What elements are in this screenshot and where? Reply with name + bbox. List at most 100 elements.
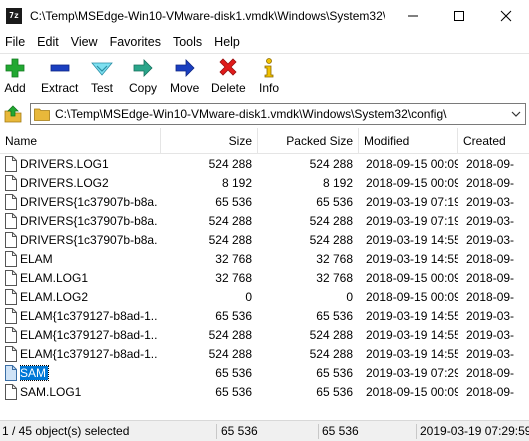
file-icon [5, 232, 17, 248]
file-packed-size: 65 536 [316, 195, 353, 209]
minimize-icon [408, 15, 418, 17]
file-size: 65 536 [215, 195, 252, 209]
table-row[interactable]: ELAM.LOG1 32 768 32 768 2018-09-15 00:09 201… [0, 269, 529, 288]
file-size: 524 288 [208, 233, 252, 247]
table-row[interactable]: DRIVERS{1c37907b-b8a... 524 288 524 288 201… [0, 231, 529, 250]
status-divider [216, 424, 217, 439]
add-button[interactable]: Add [4, 57, 26, 95]
file-name-text: SAM [20, 365, 50, 381]
file-icon [5, 270, 17, 286]
file-icon [5, 327, 17, 343]
table-row[interactable]: DRIVERS{1c37907b-b8a... 524 288 524 288 201… [0, 212, 529, 231]
file-name: ELAM.LOG1 [20, 269, 158, 288]
file-modified: 2019-03-19 14:55 [366, 328, 458, 342]
file-packed-size: 524 288 [309, 233, 353, 247]
menu-favorites[interactable]: Favorites [104, 32, 167, 52]
address-bar: C:\Temp\MSEdge-Win10-VMware-disk1.vmdk\W… [0, 101, 529, 127]
table-row[interactable]: ELAM.LOG2 0 0 2018-09-15 00:09 2018-09- [0, 288, 529, 307]
table-row[interactable]: SAM.LOG1 65 536 65 536 2018-09-15 00:09 2018… [0, 383, 529, 400]
status-packed-size: 65 536 [322, 424, 359, 438]
file-modified: 2019-03-19 14:55 [366, 233, 458, 247]
file-name: DRIVERS{1c37907b-b8a... [20, 193, 158, 212]
file-packed-size: 65 536 [316, 366, 353, 380]
file-created: 2019-03- [466, 309, 515, 323]
file-packed-size: 524 288 [309, 347, 353, 361]
file-created: 2018-09- [466, 157, 515, 171]
table-row[interactable]: SAM 65 536 65 536 2019-03-19 07:29 2018-09- [0, 364, 529, 383]
plus-icon [5, 58, 25, 78]
up-folder-button[interactable] [3, 104, 23, 124]
file-packed-size: 524 288 [309, 328, 353, 342]
menu-file[interactable]: File [0, 32, 31, 52]
info-button[interactable]: Info [258, 57, 280, 95]
check-icon [91, 62, 113, 76]
file-created: 2018-09- [466, 176, 515, 190]
file-name: ELAM{1c379127-b8ad-1... [20, 345, 158, 364]
menu-tools[interactable]: Tools [167, 32, 208, 52]
file-name-text: DRIVERS.LOG1 [20, 157, 109, 171]
file-modified: 2019-03-19 07:29 [366, 366, 458, 380]
table-row[interactable]: DRIVERS{1c37907b-b8a... 65 536 65 536 2019-… [0, 193, 529, 212]
move-arrow-icon [175, 59, 195, 77]
chevron-down-icon[interactable] [510, 108, 522, 120]
close-button[interactable] [483, 0, 529, 32]
file-icon [5, 156, 17, 172]
file-name-text: DRIVERS.LOG2 [20, 176, 109, 190]
file-size: 524 288 [208, 214, 252, 228]
menu-help[interactable]: Help [208, 32, 246, 52]
column-packed-size[interactable]: Packed Size [258, 128, 358, 154]
file-created: 2019-03- [466, 214, 515, 228]
file-created: 2019-03- [466, 347, 515, 361]
status-divider [416, 424, 417, 439]
copy-arrow-icon [133, 59, 153, 77]
file-name-text: DRIVERS{1c37907b-b8a... [20, 233, 158, 247]
status-divider [318, 424, 319, 439]
file-list[interactable]: Name Size Packed Size Modified Created D… [0, 128, 529, 400]
copy-button[interactable]: Copy [129, 57, 157, 95]
delete-x-icon [219, 58, 237, 76]
maximize-button[interactable] [436, 0, 482, 32]
file-packed-size: 65 536 [316, 309, 353, 323]
app-icon: 7z [6, 8, 22, 24]
menu-edit[interactable]: Edit [31, 32, 65, 52]
minus-icon [50, 64, 70, 72]
delete-button[interactable]: Delete [211, 57, 246, 95]
file-created: 2018-09- [466, 290, 515, 304]
file-modified: 2019-03-19 14:55 [366, 347, 458, 361]
file-packed-size: 0 [346, 290, 353, 304]
column-created[interactable]: Created [458, 128, 529, 154]
file-name-text: ELAM{1c379127-b8ad-1... [20, 328, 158, 342]
column-modified[interactable]: Modified [359, 128, 457, 154]
file-icon [5, 365, 17, 381]
file-icon [5, 289, 17, 305]
file-name: ELAM{1c379127-b8ad-1... [20, 326, 158, 345]
file-created: 2018-09- [466, 366, 515, 380]
test-button[interactable]: Test [91, 57, 113, 95]
menu-view[interactable]: View [65, 32, 104, 52]
file-size: 65 536 [215, 385, 252, 399]
table-row[interactable]: ELAM{1c379127-b8ad-1... 65 536 65 536 2019-… [0, 307, 529, 326]
file-modified: 2018-09-15 00:09 [366, 176, 458, 190]
table-row[interactable]: DRIVERS.LOG1 524 288 524 288 2018-09-15 00:… [0, 155, 529, 174]
menu-bar: File Edit View Favorites Tools Help [0, 32, 529, 52]
extract-button[interactable]: Extract [41, 57, 78, 95]
address-field[interactable]: C:\Temp\MSEdge-Win10-VMware-disk1.vmdk\W… [30, 103, 526, 125]
maximize-icon [454, 11, 464, 21]
column-name[interactable]: Name [0, 128, 160, 154]
minimize-button[interactable] [390, 0, 436, 32]
move-label: Move [170, 81, 200, 95]
status-date: 2019-03-19 07:29:59 [420, 424, 529, 438]
table-row[interactable]: ELAM 32 768 32 768 2019-03-19 14:55 2018-09- [0, 250, 529, 269]
file-name-text: DRIVERS{1c37907b-b8a... [20, 195, 158, 209]
file-name: SAM [20, 364, 158, 383]
move-button[interactable]: Move [170, 57, 199, 95]
delete-label: Delete [211, 81, 246, 95]
table-row[interactable]: ELAM{1c379127-b8ad-1... 524 288 524 288 201… [0, 326, 529, 345]
column-size[interactable]: Size [161, 128, 257, 154]
file-modified: 2018-09-15 00:09 [366, 290, 458, 304]
table-row[interactable]: ELAM{1c379127-b8ad-1... 524 288 524 288 201… [0, 345, 529, 364]
file-name: ELAM{1c379127-b8ad-1... [20, 307, 158, 326]
file-packed-size: 524 288 [309, 214, 353, 228]
file-size: 524 288 [208, 347, 252, 361]
table-row[interactable]: DRIVERS.LOG2 8 192 8 192 2018-09-15 00:09 20… [0, 174, 529, 193]
